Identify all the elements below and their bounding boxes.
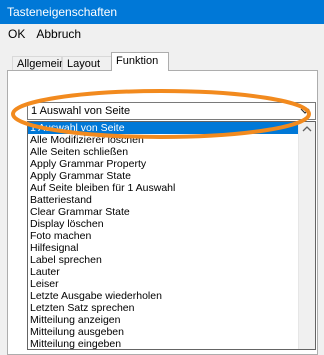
- list-item[interactable]: Letzte Ausgabe wiederholen: [28, 290, 315, 302]
- chevron-down-icon[interactable]: [299, 104, 311, 118]
- function-combobox[interactable]: 1 Auswahl von Seite: [27, 102, 316, 120]
- menu-bar: OK Abbruch: [0, 24, 324, 44]
- list-item[interactable]: 1 Auswahl von Seite: [28, 122, 315, 134]
- list-item[interactable]: Leiser: [28, 278, 315, 290]
- function-list[interactable]: 1 Auswahl von Seite Alle Modifizierer lös…: [27, 121, 316, 350]
- tab-allgemein[interactable]: Allgemein: [12, 56, 65, 70]
- list-item[interactable]: Alle Seiten schließen: [28, 146, 315, 158]
- combobox-value: 1 Auswahl von Seite: [31, 105, 131, 117]
- cancel-menu-item[interactable]: Abbruch: [36, 27, 81, 41]
- list-item[interactable]: Mitteilung anzeigen: [28, 314, 315, 326]
- list-item[interactable]: Label sprechen: [28, 254, 315, 266]
- list-item[interactable]: Auf Seite bleiben für 1 Auswahl: [28, 182, 315, 194]
- list-item[interactable]: Mitteilung eingeben: [28, 338, 315, 349]
- list-item[interactable]: Letzten Satz sprechen: [28, 302, 315, 314]
- title-bar: Tasteneigenschaften: [0, 0, 324, 24]
- list-item[interactable]: Mitteilung ausgeben: [28, 326, 315, 338]
- list-item[interactable]: Display löschen: [28, 218, 315, 230]
- window-title: Tasteneigenschaften: [7, 5, 118, 19]
- list-item[interactable]: Apply Grammar State: [28, 170, 315, 182]
- list-items-container: 1 Auswahl von Seite Alle Modifizierer lös…: [28, 122, 315, 349]
- list-item[interactable]: Alle Modifizierer löschen: [28, 134, 315, 146]
- list-item[interactable]: Hilfesignal: [28, 242, 315, 254]
- list-item[interactable]: Clear Grammar State: [28, 206, 315, 218]
- list-item[interactable]: Batteriestand: [28, 194, 315, 206]
- tab-funktion[interactable]: Funktion: [111, 52, 169, 71]
- scroll-up-arrow-icon[interactable]: [299, 122, 315, 136]
- list-item[interactable]: Foto machen: [28, 230, 315, 242]
- list-scrollbar[interactable]: [298, 122, 315, 349]
- list-item[interactable]: Lauter: [28, 266, 315, 278]
- ok-menu-item[interactable]: OK: [8, 27, 25, 41]
- tab-layout[interactable]: Layout: [62, 56, 112, 70]
- list-item[interactable]: Apply Grammar Property: [28, 158, 315, 170]
